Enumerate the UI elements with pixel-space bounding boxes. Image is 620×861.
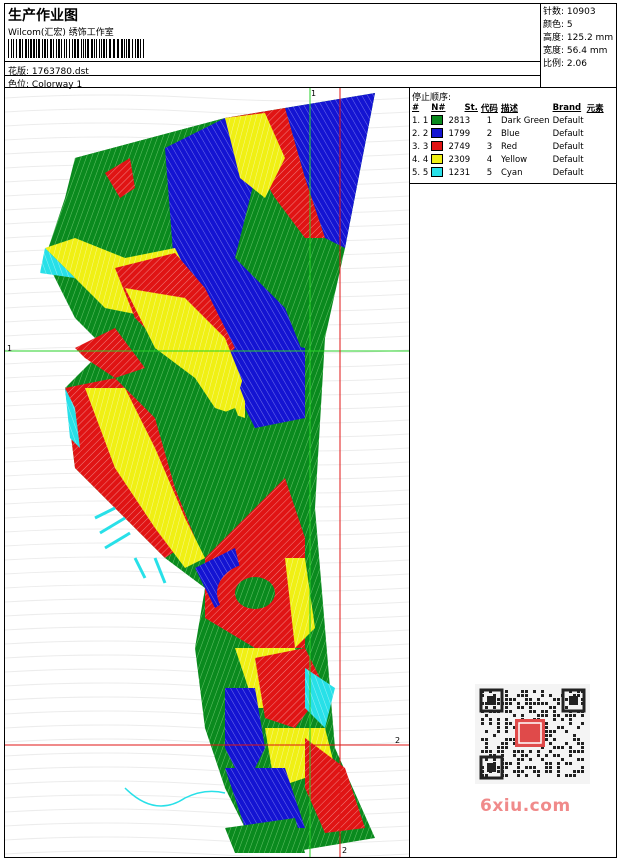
studio-name: Wilcom(汇宏) 绣饰工作室 bbox=[8, 28, 114, 38]
divider bbox=[5, 75, 541, 76]
col-header: Brand bbox=[552, 102, 582, 113]
row-stitches: 2749 bbox=[448, 141, 471, 152]
stat-height: 高度: 125.2 mm bbox=[543, 33, 614, 43]
color-swatch bbox=[431, 167, 444, 178]
stat-stitches: 针数: 10903 bbox=[543, 7, 596, 17]
table-row: 2. 2 1799 2 Blue Default bbox=[412, 127, 607, 140]
col-header: 代码 bbox=[480, 103, 498, 114]
row-element bbox=[587, 166, 607, 179]
row-description: Red bbox=[500, 141, 518, 152]
row-element bbox=[587, 127, 607, 140]
watermark: 6xiu.com bbox=[480, 796, 571, 816]
row-brand: Default bbox=[552, 141, 584, 152]
row-swatch-cell bbox=[431, 166, 448, 179]
row-code: 5 bbox=[486, 167, 493, 178]
design-preview: 1 1 2 2 bbox=[5, 88, 410, 857]
stat-width: 宽度: 56.4 mm bbox=[543, 46, 608, 56]
qr-code bbox=[475, 684, 590, 784]
guide-label-2-right: 2 bbox=[395, 736, 401, 745]
row-brand: Default bbox=[552, 167, 584, 178]
guide-label-1-top: 1 bbox=[311, 89, 317, 98]
page-title: 生产作业图 bbox=[8, 8, 78, 24]
row-element bbox=[587, 114, 607, 127]
col-header: 描述 bbox=[500, 103, 518, 114]
design-stats: 针数: 10903 颜色: 5 高度: 125.2 mm 宽度: 56.4 mm… bbox=[541, 4, 616, 88]
guide-label-2-bottom: 2 bbox=[342, 846, 348, 855]
row-index: 2. 2 bbox=[412, 128, 429, 139]
col-header: 元素 bbox=[586, 103, 604, 114]
table-row: 1. 1 2813 1 Dark Green Default bbox=[412, 114, 607, 127]
row-index: 5. 5 bbox=[412, 167, 429, 178]
row-stitches: 2309 bbox=[448, 154, 471, 165]
color-swatch bbox=[431, 128, 444, 139]
embroidery-artwork bbox=[5, 88, 409, 857]
table-row: 5. 5 1231 5 Cyan Default bbox=[412, 166, 607, 179]
row-element bbox=[587, 140, 607, 153]
divider bbox=[5, 61, 541, 62]
guide-label-1-left: 1 bbox=[7, 344, 13, 353]
header-info: 生产作业图 Wilcom(汇宏) 绣饰工作室 花版: 1763780.dst 色… bbox=[5, 4, 541, 90]
stat-colors: 颜色: 5 bbox=[543, 20, 573, 30]
stat-scale: 比例: 2.06 bbox=[543, 59, 587, 69]
col-header: St. bbox=[464, 102, 478, 113]
table-row: 3. 3 2749 3 Red Default bbox=[412, 140, 607, 153]
row-brand: Default bbox=[552, 128, 584, 139]
row-code: 2 bbox=[486, 128, 493, 139]
row-stitches: 1231 bbox=[448, 167, 471, 178]
row-description: Cyan bbox=[500, 167, 523, 178]
row-code: 3 bbox=[486, 141, 493, 152]
row-stitches: 2813 bbox=[448, 115, 471, 126]
row-swatch-cell bbox=[431, 127, 448, 140]
barcode bbox=[8, 39, 144, 58]
row-swatch-cell bbox=[431, 140, 448, 153]
row-stitches: 1799 bbox=[448, 128, 471, 139]
row-brand: Default bbox=[552, 115, 584, 126]
color-swatch bbox=[431, 115, 444, 126]
row-element bbox=[587, 153, 607, 166]
color-swatch bbox=[431, 141, 444, 152]
row-description: Yellow bbox=[500, 154, 528, 165]
row-description: Dark Green bbox=[500, 115, 550, 126]
color-swatch bbox=[431, 154, 444, 165]
row-index: 1. 1 bbox=[412, 115, 429, 126]
row-description: Blue bbox=[500, 128, 520, 139]
production-sheet: 生产作业图 Wilcom(汇宏) 绣饰工作室 花版: 1763780.dst 色… bbox=[4, 3, 617, 858]
stop-sequence: 停止顺序: # N# St. 代码 描述 Brand 元素 1. 1 2813 1 D… bbox=[410, 88, 616, 184]
stop-sequence-table: # N# St. 代码 描述 Brand 元素 1. 1 2813 1 Dark Gr… bbox=[412, 101, 607, 179]
row-code: 4 bbox=[486, 154, 493, 165]
row-swatch-cell bbox=[431, 114, 448, 127]
row-code: 1 bbox=[486, 115, 493, 126]
row-index: 3. 3 bbox=[412, 141, 429, 152]
row-index: 4. 4 bbox=[412, 154, 429, 165]
col-header: # bbox=[412, 102, 420, 113]
col-header: N# bbox=[431, 102, 446, 113]
table-row: 4. 4 2309 4 Yellow Default bbox=[412, 153, 607, 166]
row-swatch-cell bbox=[431, 153, 448, 166]
table-header-row: # N# St. 代码 描述 Brand 元素 bbox=[412, 101, 607, 114]
row-brand: Default bbox=[552, 154, 584, 165]
